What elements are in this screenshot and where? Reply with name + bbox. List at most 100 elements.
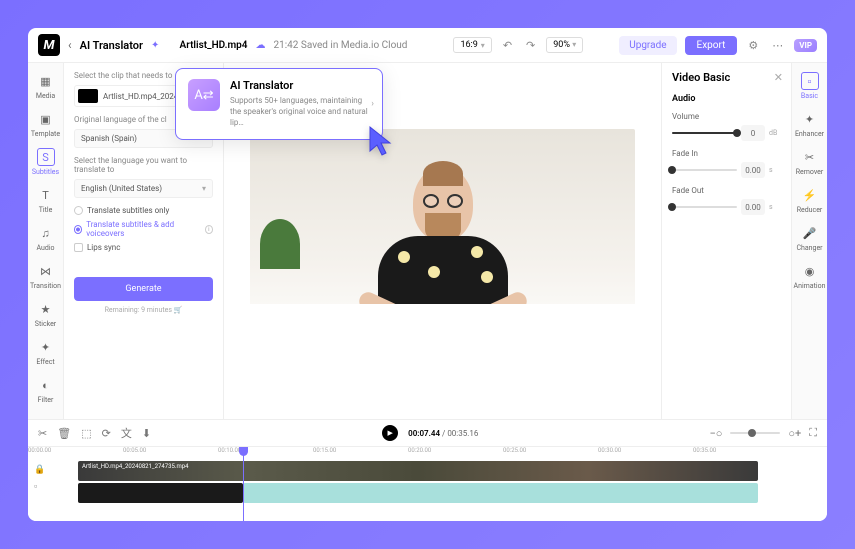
download-icon[interactable]: ⬇ [142, 427, 151, 440]
app-header: M ‹ AI Translator ✦ Artlist_HD.mp4 ☁ 21:… [28, 28, 827, 63]
audio-track[interactable] [78, 483, 827, 503]
aspect-ratio-select[interactable]: 16:9 ▾ [453, 37, 491, 53]
nav-audio[interactable]: ♫Audio [28, 219, 63, 257]
fadeout-value[interactable]: 0.00 [741, 199, 765, 215]
settings-icon[interactable]: ⚙ [745, 39, 761, 52]
ai-translator-tooltip[interactable]: A⇄ AI Translator Supports 50+ languages,… [175, 68, 383, 140]
media-icon: ▦ [37, 72, 55, 90]
rnav-animation[interactable]: ◉Animation [792, 257, 827, 295]
undo-button[interactable]: ↶ [500, 39, 515, 52]
transition-icon: ⋈ [37, 262, 55, 280]
title-icon: T [37, 186, 55, 204]
audio-section-label: Audio [672, 94, 781, 104]
clip-thumbnail [78, 89, 98, 103]
nav-effect[interactable]: ✦Effect [28, 333, 63, 371]
enhancer-icon: ✦ [801, 110, 819, 128]
cut-icon[interactable]: ✂ [38, 427, 47, 440]
delete-icon[interactable]: 🗑 [57, 427, 71, 440]
translator-icon: A⇄ [188, 79, 220, 111]
audio-segment-2 [243, 483, 758, 503]
tooltip-desc: Supports 50+ languages, maintaining the … [230, 95, 370, 129]
translate-icon[interactable]: 文 [121, 425, 132, 441]
cloud-icon: ☁ [256, 40, 266, 51]
basic-icon: ▫ [801, 72, 819, 90]
nav-subtitles[interactable]: SSubtitles [28, 143, 63, 181]
sticker-icon: ★ [37, 300, 55, 318]
upgrade-button[interactable]: Upgrade [619, 36, 676, 55]
left-sidebar: ▦Media ▣Template SSubtitles TTitle ♫Audi… [28, 63, 64, 419]
nav-filter[interactable]: ◐Filter [28, 371, 63, 409]
target-lang-label: Select the language you want to translat… [74, 156, 213, 174]
saved-status: 21:42 Saved in Media.io Cloud [274, 40, 408, 51]
rnav-basic[interactable]: ▫Basic [792, 67, 827, 105]
rnav-enhancer[interactable]: ✦Enhancer [792, 105, 827, 143]
logo[interactable]: M [38, 34, 60, 56]
fadein-value[interactable]: 0.00 [741, 162, 765, 178]
time-display: 00:07.44 / 00:35.16 [408, 429, 478, 438]
right-sidebar: ▫Basic ✦Enhancer ✂Remover ⚡Reducer 🎤Chan… [791, 63, 827, 419]
properties-panel: ✕ Video Basic Audio Volume 0 dB Fade In … [661, 63, 791, 419]
video-segment: Artlist_HD.mp4_20240821_274735.mp4 [78, 461, 758, 481]
playhead[interactable] [243, 447, 244, 521]
vip-badge[interactable]: VIP [794, 39, 817, 52]
volume-slider[interactable] [672, 132, 737, 134]
page-title: AI Translator [80, 39, 143, 52]
lock-icon[interactable]: 🔒 [34, 465, 45, 475]
fadeout-slider[interactable] [672, 206, 737, 208]
filter-icon: ◐ [37, 376, 55, 394]
nav-transition[interactable]: ⋈Transition [28, 257, 63, 295]
cursor-pointer [368, 125, 396, 161]
rnav-changer[interactable]: 🎤Changer [792, 219, 827, 257]
audio-icon: ♫ [37, 224, 55, 242]
nav-media[interactable]: ▦Media [28, 67, 63, 105]
timeline-toolbar: ✂ 🗑 ⬚ ⟳ 文 ⬇ ▶ 00:07.44 / 00:35.16 −○ ○+ … [28, 419, 827, 446]
play-button[interactable]: ▶ [382, 425, 398, 441]
target-lang-select[interactable]: English (United States)▾ [74, 179, 213, 198]
track-video-icon[interactable]: ▫ [34, 481, 45, 492]
volume-value[interactable]: 0 [741, 125, 765, 141]
generate-button[interactable]: Generate [74, 277, 213, 301]
nav-sticker[interactable]: ★Sticker [28, 295, 63, 333]
more-icon[interactable]: ⋯ [769, 39, 786, 52]
nav-title[interactable]: TTitle [28, 181, 63, 219]
export-button[interactable]: Export [685, 36, 738, 55]
subtitles-icon: S [37, 148, 55, 166]
nav-template[interactable]: ▣Template [28, 105, 63, 143]
fadein-label: Fade In [672, 149, 781, 158]
rnav-remover[interactable]: ✂Remover [792, 143, 827, 181]
filename[interactable]: Artlist_HD.mp4 [180, 40, 248, 51]
crop-icon[interactable]: ⬚ [81, 427, 91, 440]
template-icon: ▣ [37, 110, 55, 128]
panel-title: Video Basic [672, 71, 781, 84]
sparkle-icon: ✦ [151, 40, 159, 51]
rnav-reducer[interactable]: ⚡Reducer [792, 181, 827, 219]
info-icon[interactable]: i [205, 225, 213, 234]
fit-icon[interactable]: ⛶ [809, 426, 817, 440]
timeline[interactable]: 🔒 ▫ 00:00.0000:05.0000:10.0000:15.0000:2… [28, 446, 827, 521]
remover-icon: ✂ [801, 148, 819, 166]
audio-segment-1 [78, 483, 243, 503]
zoom-select[interactable]: 90% ▾ [546, 37, 583, 53]
option-lips-sync[interactable]: Lips sync [74, 243, 213, 252]
option-subtitles-only[interactable]: Translate subtitles only [74, 206, 213, 215]
option-subtitles-voiceover[interactable]: Translate subtitles & add voiceoversi [74, 220, 213, 238]
chevron-right-icon[interactable]: › [371, 99, 374, 109]
zoom-slider[interactable] [730, 432, 780, 434]
fadein-slider[interactable] [672, 169, 737, 171]
zoom-out-icon[interactable]: −○ [709, 427, 722, 440]
time-ruler[interactable]: 00:00.0000:05.0000:10.0000:15.0000:20.00… [28, 447, 827, 461]
reducer-icon: ⚡ [801, 186, 819, 204]
effect-icon: ✦ [37, 338, 55, 356]
changer-icon: 🎤 [801, 224, 819, 242]
tooltip-title: AI Translator [230, 79, 370, 92]
zoom-in-icon[interactable]: ○+ [788, 427, 801, 440]
animation-icon: ◉ [801, 262, 819, 280]
redo-button[interactable]: ↷ [523, 39, 538, 52]
remaining-label: Remaining: 9 minutes 🛒 [74, 306, 213, 314]
fadeout-label: Fade Out [672, 186, 781, 195]
volume-label: Volume [672, 112, 781, 121]
back-button[interactable]: ‹ [68, 38, 72, 52]
close-icon[interactable]: ✕ [774, 71, 783, 84]
speed-icon[interactable]: ⟳ [102, 427, 111, 440]
video-track[interactable]: Artlist_HD.mp4_20240821_274735.mp4 [78, 461, 827, 481]
